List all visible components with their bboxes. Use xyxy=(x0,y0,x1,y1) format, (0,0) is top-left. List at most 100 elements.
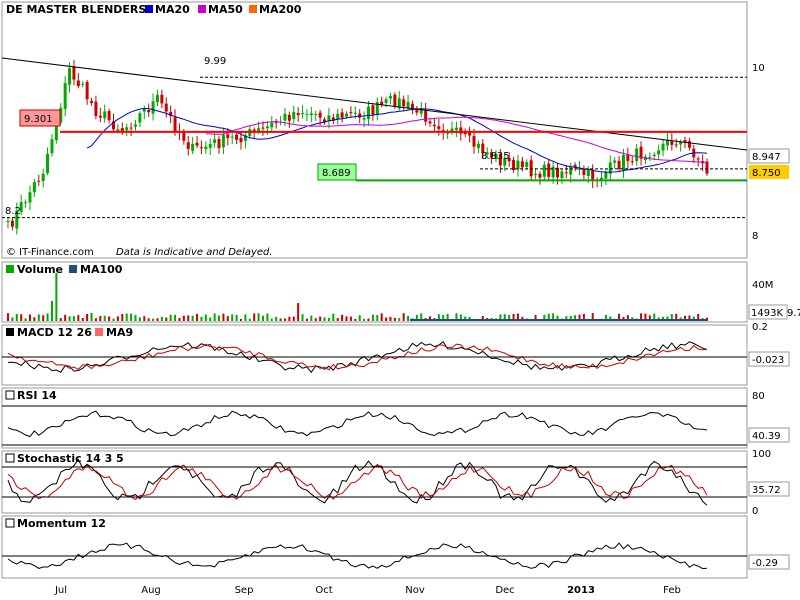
volume-bar xyxy=(376,314,379,321)
legend-ma20: MA20 xyxy=(155,3,190,16)
candle-body xyxy=(72,66,76,80)
volume-bar xyxy=(178,317,181,321)
disclaimer-text: Data is Indicative and Delayed. xyxy=(116,247,273,258)
volume-bar xyxy=(283,318,286,321)
last-close-value: 8.750 xyxy=(752,168,781,179)
candle-body xyxy=(239,137,243,143)
volume-bar xyxy=(130,313,133,321)
volume-bar xyxy=(196,313,199,321)
rsi-line xyxy=(7,410,708,438)
volume-bar xyxy=(64,314,67,321)
candle-body xyxy=(296,113,300,116)
candle-body xyxy=(630,161,634,163)
candle-body xyxy=(305,113,309,115)
volume-bar xyxy=(231,314,234,321)
legend-stochastic: Stochastic 14 3 5 xyxy=(17,452,124,465)
candle-body xyxy=(6,221,10,223)
volume-bar xyxy=(200,316,203,321)
volume-bar xyxy=(297,303,300,321)
legend-ma100: MA100 xyxy=(80,263,123,276)
candle-body xyxy=(657,150,661,155)
volume-bar xyxy=(301,314,304,321)
level-label-8-2: 8.2 xyxy=(5,206,21,217)
volume-bar xyxy=(314,318,317,321)
stochastic-y-tick-100: 100 xyxy=(752,449,771,460)
stochastic-y-tick-0: 0 xyxy=(752,506,758,517)
volume-bar xyxy=(349,316,352,321)
volume-bar xyxy=(288,316,291,321)
volume-bar xyxy=(244,314,247,321)
volume-bar xyxy=(393,317,396,321)
volume-bar xyxy=(275,316,278,321)
macd-y-tick: 0.2 xyxy=(752,322,768,333)
legend-swatch-ma9 xyxy=(95,328,103,336)
credit-text: © IT-Finance.com xyxy=(6,247,94,258)
candle-body xyxy=(529,160,533,177)
x-label-oct: Oct xyxy=(315,585,332,596)
rsi-y-tick: 80 xyxy=(752,391,765,402)
candle-body xyxy=(76,80,80,87)
volume-bar xyxy=(398,318,401,321)
candle-body xyxy=(661,143,665,151)
candle-body xyxy=(186,142,190,150)
volume-bar xyxy=(240,318,242,321)
candle-body xyxy=(617,160,621,169)
stoch-d-line xyxy=(7,463,708,501)
volume-bar xyxy=(33,317,36,321)
macd-last-value: -0.023 xyxy=(752,355,784,366)
volume-bar xyxy=(332,313,335,321)
volume-bar xyxy=(11,317,14,321)
candle-body xyxy=(410,103,414,109)
volume-bar xyxy=(380,313,383,321)
candle-body xyxy=(37,180,41,182)
x-label-dec: Dec xyxy=(495,585,514,596)
volume-bar xyxy=(55,273,58,321)
volume-bar xyxy=(138,317,141,321)
candle-body xyxy=(353,112,357,114)
volume-bar xyxy=(253,313,256,321)
legend-rsi: RSI 14 xyxy=(17,389,57,402)
candle-body xyxy=(309,113,313,116)
candle-body xyxy=(551,166,555,178)
candle-body xyxy=(705,161,709,174)
volume-bar xyxy=(209,317,212,321)
candle-body xyxy=(28,192,32,203)
volume-last-value: 1493K xyxy=(751,308,783,319)
volume-ma-value: 9.7 xyxy=(787,308,800,319)
candle-body xyxy=(358,113,362,118)
volume-bar xyxy=(358,315,361,321)
volume-bar xyxy=(218,315,221,321)
legend-swatch-ma200 xyxy=(249,5,257,13)
candle-body xyxy=(41,173,45,182)
stochastic-last-value: 35.72 xyxy=(752,485,781,496)
candle-body xyxy=(406,101,410,108)
candle-body xyxy=(292,111,296,119)
candle-body xyxy=(199,147,203,149)
candle-body xyxy=(388,96,392,99)
volume-bar xyxy=(213,313,216,321)
legend-swatch-stochastic xyxy=(5,453,15,463)
level-label-8-835: 8.835 xyxy=(481,151,510,162)
legend-swatch-ma50 xyxy=(198,5,206,13)
candle-body xyxy=(648,156,652,158)
volume-bar xyxy=(270,318,273,321)
volume-bar xyxy=(174,314,177,321)
volume-bar xyxy=(86,313,89,321)
candle-body xyxy=(362,118,366,120)
legend-swatch-momentum xyxy=(5,518,15,528)
volume-y-tick: 40M xyxy=(752,280,773,291)
volume-bar xyxy=(165,317,168,321)
candle-body xyxy=(191,143,195,151)
candle-body xyxy=(283,113,287,121)
candle-body xyxy=(516,160,520,170)
price-y-tick-8: 8 xyxy=(752,231,758,242)
candle-body xyxy=(235,134,239,140)
candle-body xyxy=(542,164,546,177)
candle-body xyxy=(116,129,120,131)
candle-body xyxy=(133,124,137,127)
candle-body xyxy=(151,101,155,114)
volume-bar xyxy=(90,313,93,321)
candle-body xyxy=(230,136,234,138)
candle-body xyxy=(336,113,340,120)
candle-body xyxy=(103,111,107,119)
